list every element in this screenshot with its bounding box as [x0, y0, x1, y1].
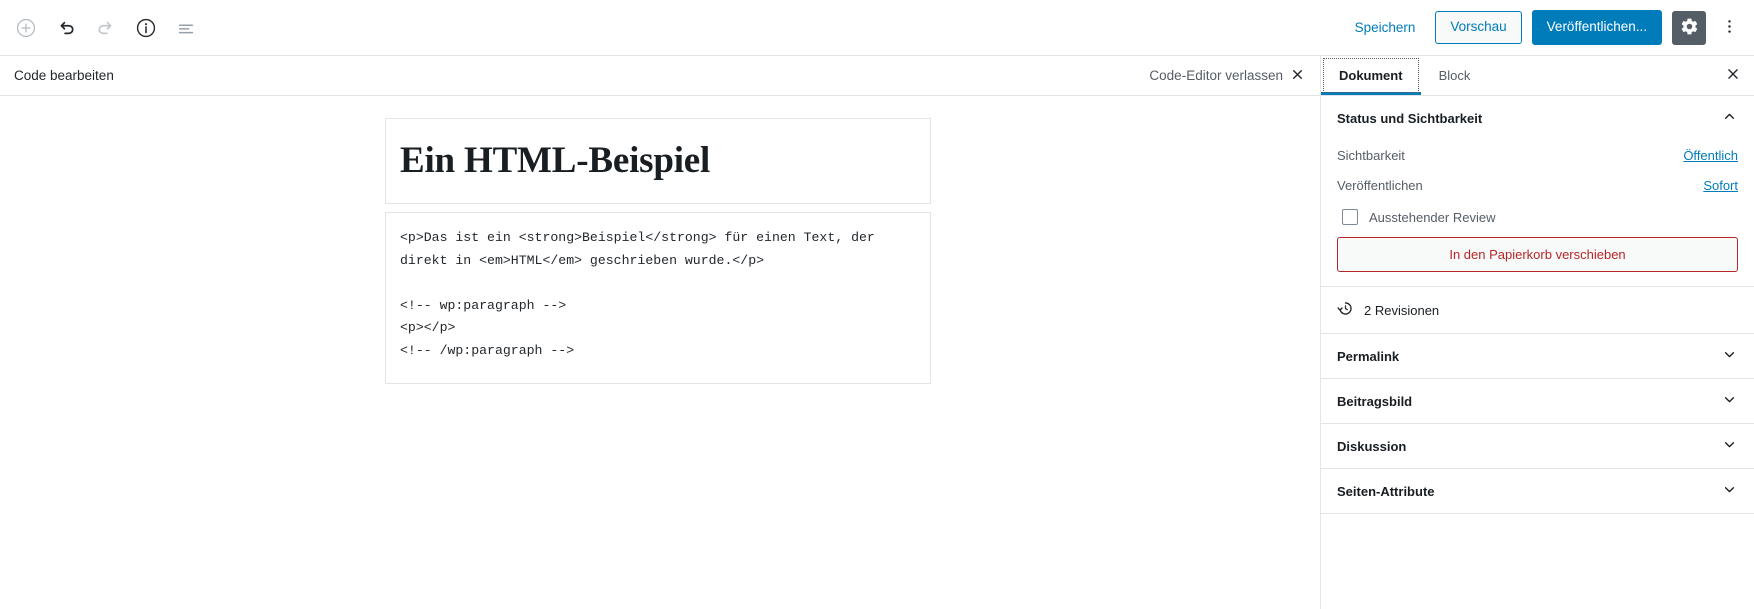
- panel-diskussion: Diskussion: [1321, 424, 1754, 469]
- close-icon: [1291, 68, 1304, 84]
- panel-diskussion-header[interactable]: Diskussion: [1321, 424, 1754, 468]
- top-toolbar: Speichern Vorschau Veröffentlichen...: [0, 0, 1754, 56]
- close-sidebar-button[interactable]: [1712, 56, 1754, 95]
- code-editor-box[interactable]: <p>Das ist ein <strong>Beispiel</strong>…: [385, 212, 931, 385]
- add-block-icon[interactable]: [8, 10, 44, 46]
- pending-review-checkbox[interactable]: [1342, 209, 1358, 225]
- revisions-label: 2 Revisionen: [1364, 302, 1440, 318]
- vertical-dots-icon: [1720, 17, 1739, 39]
- chevron-down-icon: [1721, 481, 1738, 501]
- move-to-trash-button[interactable]: In den Papierkorb verschieben: [1337, 237, 1738, 272]
- toolbar-left-group: [0, 10, 204, 46]
- panel-diskussion-title: Diskussion: [1337, 438, 1407, 454]
- tab-dokument[interactable]: Dokument: [1321, 56, 1421, 95]
- more-options-button[interactable]: [1712, 11, 1746, 45]
- gear-icon: [1680, 17, 1699, 39]
- veroeffentlichen-label: Veröffentlichen: [1337, 177, 1423, 193]
- sichtbarkeit-label: Sichtbarkeit: [1337, 147, 1405, 163]
- panel-status-header[interactable]: Status und Sichtbarkeit: [1321, 96, 1754, 140]
- panel-seiten-attribute: Seiten-Attribute: [1321, 469, 1754, 514]
- row-sichtbarkeit: Sichtbarkeit Öffentlich: [1337, 140, 1738, 170]
- leave-code-editor-label: Code-Editor verlassen: [1149, 68, 1283, 83]
- editor-mode-title: Code bearbeiten: [14, 68, 114, 83]
- editor-canvas: Ein HTML-Beispiel <p>Das ist ein <strong…: [0, 96, 1320, 609]
- panel-beitragsbild-title: Beitragsbild: [1337, 393, 1413, 409]
- editor-app: Speichern Vorschau Veröffentlichen... Co…: [0, 0, 1754, 609]
- panel-status-und-sichtbarkeit: Status und Sichtbarkeit Sichtbarkeit Öff…: [1321, 96, 1754, 287]
- close-icon: [1726, 67, 1740, 84]
- page-title[interactable]: Ein HTML-Beispiel: [400, 139, 916, 183]
- panel-permalink: Permalink: [1321, 334, 1754, 379]
- panel-permalink-header[interactable]: Permalink: [1321, 334, 1754, 378]
- sichtbarkeit-value-button[interactable]: Öffentlich: [1683, 148, 1738, 163]
- panel-seiten-attribute-title: Seiten-Attribute: [1337, 483, 1435, 499]
- settings-gear-button[interactable]: [1672, 10, 1706, 45]
- panel-permalink-title: Permalink: [1337, 348, 1400, 364]
- pending-review-label: Ausstehender Review: [1369, 209, 1496, 225]
- editor-mode-bar: Code bearbeiten Code-Editor verlassen: [0, 56, 1320, 96]
- veroeffentlichen-value-button[interactable]: Sofort: [1703, 178, 1738, 193]
- save-draft-button[interactable]: Speichern: [1343, 14, 1428, 41]
- document-wrapper: Ein HTML-Beispiel <p>Das ist ein <strong…: [385, 118, 931, 385]
- info-icon[interactable]: [128, 10, 164, 46]
- chevron-down-icon: [1721, 436, 1738, 456]
- publish-button[interactable]: Veröffentlichen...: [1531, 10, 1662, 45]
- leave-code-editor-button[interactable]: Code-Editor verlassen: [1149, 68, 1320, 84]
- chevron-down-icon: [1721, 346, 1738, 366]
- tab-block[interactable]: Block: [1421, 56, 1489, 95]
- preview-button[interactable]: Vorschau: [1435, 11, 1522, 44]
- row-ausstehender-review: Ausstehender Review: [1337, 200, 1738, 235]
- list-view-icon[interactable]: [168, 10, 204, 46]
- backup-history-icon: [1337, 300, 1354, 320]
- revisions-button[interactable]: 2 Revisionen: [1321, 287, 1754, 333]
- panel-beitragsbild-header[interactable]: Beitragsbild: [1321, 379, 1754, 423]
- sidebar-tabs: Dokument Block: [1321, 56, 1754, 96]
- chevron-up-icon: [1721, 108, 1738, 128]
- panel-status-title: Status und Sichtbarkeit: [1337, 110, 1483, 126]
- panel-status-body: Sichtbarkeit Öffentlich Veröffentlichen …: [1321, 140, 1754, 286]
- panel-beitragsbild: Beitragsbild: [1321, 379, 1754, 424]
- panel-seiten-attribute-header[interactable]: Seiten-Attribute: [1321, 469, 1754, 513]
- redo-icon[interactable]: [88, 10, 124, 46]
- undo-icon[interactable]: [48, 10, 84, 46]
- post-title-field[interactable]: Ein HTML-Beispiel: [385, 118, 931, 205]
- panel-revisionen: 2 Revisionen: [1321, 287, 1754, 334]
- row-veroeffentlichen: Veröffentlichen Sofort: [1337, 170, 1738, 200]
- settings-sidebar: Dokument Block Status und Sichtbarkeit S…: [1320, 56, 1754, 609]
- toolbar-right-group: Speichern Vorschau Veröffentlichen...: [1343, 10, 1754, 45]
- code-editor-textarea[interactable]: <p>Das ist ein <strong>Beispiel</strong>…: [400, 227, 916, 362]
- chevron-down-icon: [1721, 391, 1738, 411]
